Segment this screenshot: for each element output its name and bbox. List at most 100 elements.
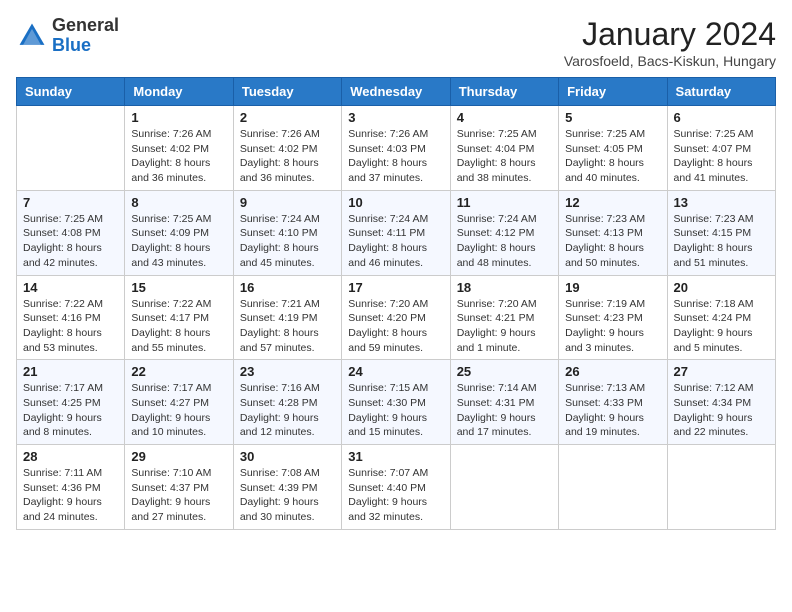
- header-sunday: Sunday: [17, 78, 125, 106]
- week-row-4: 21 Sunrise: 7:17 AMSunset: 4:25 PMDayligh…: [17, 360, 776, 445]
- day-info: Sunrise: 7:23 AMSunset: 4:15 PMDaylight:…: [674, 212, 769, 271]
- day-number: 19: [565, 280, 660, 295]
- day-number: 18: [457, 280, 552, 295]
- day-info: Sunrise: 7:17 AMSunset: 4:27 PMDaylight:…: [131, 381, 226, 440]
- day-number: 15: [131, 280, 226, 295]
- day-info: Sunrise: 7:20 AMSunset: 4:20 PMDaylight:…: [348, 297, 443, 356]
- day-cell: 24 Sunrise: 7:15 AMSunset: 4:30 PMDayligh…: [342, 360, 450, 445]
- page-header: General Blue January 2024 Varosfoeld, Ba…: [16, 16, 776, 69]
- day-info: Sunrise: 7:15 AMSunset: 4:30 PMDaylight:…: [348, 381, 443, 440]
- day-info: Sunrise: 7:25 AMSunset: 4:07 PMDaylight:…: [674, 127, 769, 186]
- week-row-5: 28 Sunrise: 7:11 AMSunset: 4:36 PMDayligh…: [17, 445, 776, 530]
- day-info: Sunrise: 7:23 AMSunset: 4:13 PMDaylight:…: [565, 212, 660, 271]
- day-cell: 28 Sunrise: 7:11 AMSunset: 4:36 PMDayligh…: [17, 445, 125, 530]
- day-info: Sunrise: 7:16 AMSunset: 4:28 PMDaylight:…: [240, 381, 335, 440]
- header-friday: Friday: [559, 78, 667, 106]
- day-info: Sunrise: 7:24 AMSunset: 4:12 PMDaylight:…: [457, 212, 552, 271]
- day-info: Sunrise: 7:22 AMSunset: 4:16 PMDaylight:…: [23, 297, 118, 356]
- day-number: 24: [348, 364, 443, 379]
- day-number: 12: [565, 195, 660, 210]
- day-number: 9: [240, 195, 335, 210]
- day-info: Sunrise: 7:19 AMSunset: 4:23 PMDaylight:…: [565, 297, 660, 356]
- calendar-subtitle: Varosfoeld, Bacs-Kiskun, Hungary: [564, 53, 776, 69]
- day-cell: 18 Sunrise: 7:20 AMSunset: 4:21 PMDayligh…: [450, 275, 558, 360]
- day-info: Sunrise: 7:26 AMSunset: 4:02 PMDaylight:…: [240, 127, 335, 186]
- day-cell: 20 Sunrise: 7:18 AMSunset: 4:24 PMDayligh…: [667, 275, 775, 360]
- day-cell: 23 Sunrise: 7:16 AMSunset: 4:28 PMDayligh…: [233, 360, 341, 445]
- day-info: Sunrise: 7:24 AMSunset: 4:11 PMDaylight:…: [348, 212, 443, 271]
- day-info: Sunrise: 7:14 AMSunset: 4:31 PMDaylight:…: [457, 381, 552, 440]
- week-row-1: 1Sunrise: 7:26 AMSunset: 4:02 PMDaylight…: [17, 106, 776, 191]
- day-number: 3: [348, 110, 443, 125]
- day-cell: 5Sunrise: 7:25 AMSunset: 4:05 PMDaylight…: [559, 106, 667, 191]
- day-info: Sunrise: 7:26 AMSunset: 4:02 PMDaylight:…: [131, 127, 226, 186]
- day-number: 28: [23, 449, 118, 464]
- day-info: Sunrise: 7:18 AMSunset: 4:24 PMDaylight:…: [674, 297, 769, 356]
- day-cell: 17 Sunrise: 7:20 AMSunset: 4:20 PMDayligh…: [342, 275, 450, 360]
- day-info: Sunrise: 7:24 AMSunset: 4:10 PMDaylight:…: [240, 212, 335, 271]
- day-cell: 13 Sunrise: 7:23 AMSunset: 4:15 PMDayligh…: [667, 190, 775, 275]
- calendar-body: 1Sunrise: 7:26 AMSunset: 4:02 PMDaylight…: [17, 106, 776, 530]
- day-number: 20: [674, 280, 769, 295]
- day-number: 26: [565, 364, 660, 379]
- day-info: Sunrise: 7:11 AMSunset: 4:36 PMDaylight:…: [23, 466, 118, 525]
- day-cell: 29 Sunrise: 7:10 AMSunset: 4:37 PMDayligh…: [125, 445, 233, 530]
- day-number: 14: [23, 280, 118, 295]
- day-info: Sunrise: 7:17 AMSunset: 4:25 PMDaylight:…: [23, 381, 118, 440]
- logo-blue: Blue: [52, 35, 91, 55]
- day-cell: 6 Sunrise: 7:25 AMSunset: 4:07 PMDaylight…: [667, 106, 775, 191]
- calendar-header: SundayMondayTuesdayWednesdayThursdayFrid…: [17, 78, 776, 106]
- day-number: 4: [457, 110, 552, 125]
- day-info: Sunrise: 7:25 AMSunset: 4:08 PMDaylight:…: [23, 212, 118, 271]
- day-number: 21: [23, 364, 118, 379]
- day-info: Sunrise: 7:13 AMSunset: 4:33 PMDaylight:…: [565, 381, 660, 440]
- day-number: 31: [348, 449, 443, 464]
- week-row-2: 7 Sunrise: 7:25 AMSunset: 4:08 PMDaylight…: [17, 190, 776, 275]
- day-number: 25: [457, 364, 552, 379]
- day-number: 23: [240, 364, 335, 379]
- day-info: Sunrise: 7:21 AMSunset: 4:19 PMDaylight:…: [240, 297, 335, 356]
- day-number: 10: [348, 195, 443, 210]
- day-cell: 15 Sunrise: 7:22 AMSunset: 4:17 PMDayligh…: [125, 275, 233, 360]
- header-saturday: Saturday: [667, 78, 775, 106]
- day-info: Sunrise: 7:25 AMSunset: 4:09 PMDaylight:…: [131, 212, 226, 271]
- day-info: Sunrise: 7:20 AMSunset: 4:21 PMDaylight:…: [457, 297, 552, 356]
- day-number: 29: [131, 449, 226, 464]
- day-cell: 27 Sunrise: 7:12 AMSunset: 4:34 PMDayligh…: [667, 360, 775, 445]
- day-cell: [667, 445, 775, 530]
- day-number: 17: [348, 280, 443, 295]
- day-cell: 19 Sunrise: 7:19 AMSunset: 4:23 PMDayligh…: [559, 275, 667, 360]
- week-row-3: 14 Sunrise: 7:22 AMSunset: 4:16 PMDayligh…: [17, 275, 776, 360]
- day-number: 22: [131, 364, 226, 379]
- day-cell: 7 Sunrise: 7:25 AMSunset: 4:08 PMDaylight…: [17, 190, 125, 275]
- day-number: 7: [23, 195, 118, 210]
- day-number: 16: [240, 280, 335, 295]
- title-block: January 2024 Varosfoeld, Bacs-Kiskun, Hu…: [564, 16, 776, 69]
- day-number: 6: [674, 110, 769, 125]
- day-number: 30: [240, 449, 335, 464]
- day-cell: 3 Sunrise: 7:26 AMSunset: 4:03 PMDaylight…: [342, 106, 450, 191]
- day-cell: 10 Sunrise: 7:24 AMSunset: 4:11 PMDayligh…: [342, 190, 450, 275]
- day-number: 13: [674, 195, 769, 210]
- day-cell: 25 Sunrise: 7:14 AMSunset: 4:31 PMDayligh…: [450, 360, 558, 445]
- day-cell: 9 Sunrise: 7:24 AMSunset: 4:10 PMDaylight…: [233, 190, 341, 275]
- day-info: Sunrise: 7:22 AMSunset: 4:17 PMDaylight:…: [131, 297, 226, 356]
- day-cell: 11 Sunrise: 7:24 AMSunset: 4:12 PMDayligh…: [450, 190, 558, 275]
- day-number: 11: [457, 195, 552, 210]
- day-cell: 22 Sunrise: 7:17 AMSunset: 4:27 PMDayligh…: [125, 360, 233, 445]
- calendar-title: January 2024: [564, 16, 776, 53]
- day-info: Sunrise: 7:07 AMSunset: 4:40 PMDaylight:…: [348, 466, 443, 525]
- day-number: 8: [131, 195, 226, 210]
- logo-general: General: [52, 15, 119, 35]
- day-info: Sunrise: 7:10 AMSunset: 4:37 PMDaylight:…: [131, 466, 226, 525]
- day-cell: 4Sunrise: 7:25 AMSunset: 4:04 PMDaylight…: [450, 106, 558, 191]
- day-info: Sunrise: 7:26 AMSunset: 4:03 PMDaylight:…: [348, 127, 443, 186]
- day-cell: 30Sunrise: 7:08 AMSunset: 4:39 PMDayligh…: [233, 445, 341, 530]
- day-cell: [450, 445, 558, 530]
- day-number: 27: [674, 364, 769, 379]
- day-cell: 12 Sunrise: 7:23 AMSunset: 4:13 PMDayligh…: [559, 190, 667, 275]
- day-cell: 2Sunrise: 7:26 AMSunset: 4:02 PMDaylight…: [233, 106, 341, 191]
- day-cell: 31 Sunrise: 7:07 AMSunset: 4:40 PMDayligh…: [342, 445, 450, 530]
- day-info: Sunrise: 7:25 AMSunset: 4:05 PMDaylight:…: [565, 127, 660, 186]
- day-info: Sunrise: 7:12 AMSunset: 4:34 PMDaylight:…: [674, 381, 769, 440]
